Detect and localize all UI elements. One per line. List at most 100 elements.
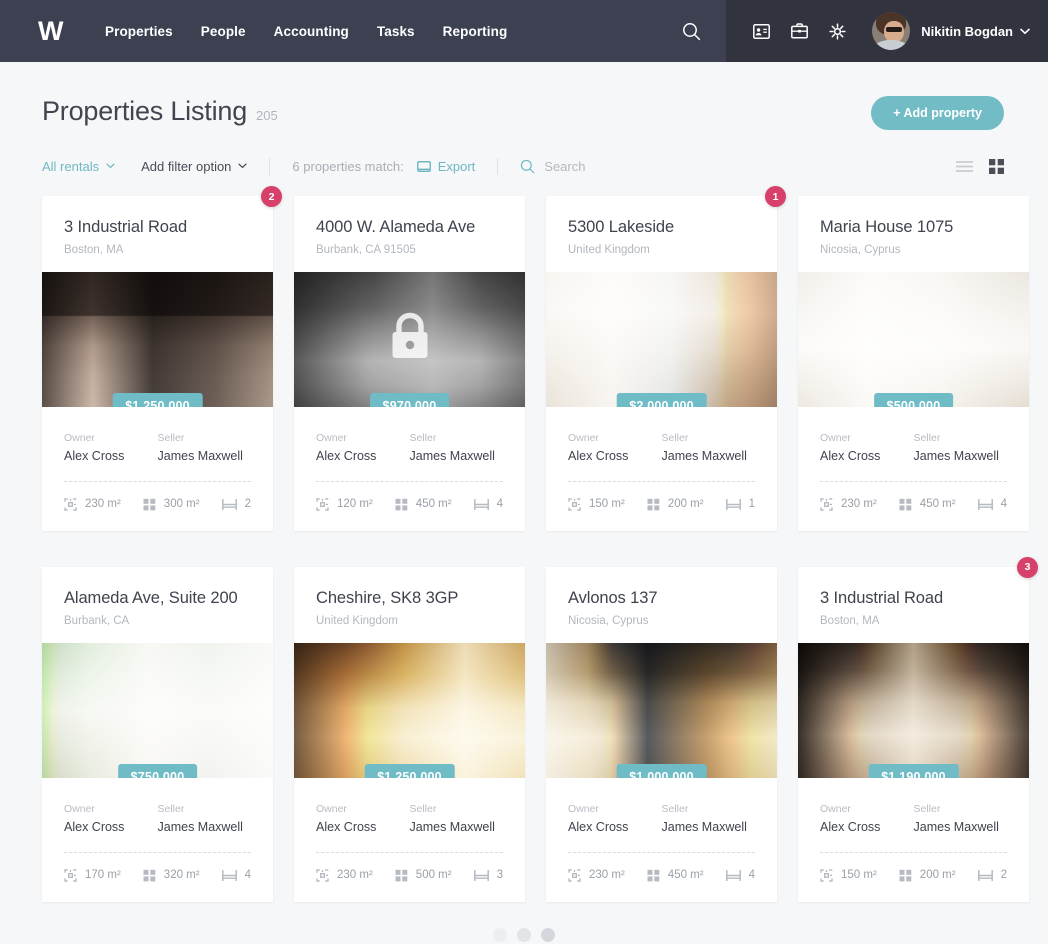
stat-lot-size: 450 m² [647, 869, 704, 882]
property-photo[interactable]: $750 000 [42, 642, 273, 778]
lot-size-icon [899, 498, 912, 511]
pagination-dot-1[interactable] [493, 927, 507, 942]
seller-label: Seller [661, 802, 689, 815]
notification-badge[interactable]: 2 [261, 186, 282, 207]
owner-name: Alex Cross [568, 819, 629, 834]
pagination-dot-2[interactable] [517, 927, 531, 942]
floor-area-icon [568, 868, 581, 882]
owner-block: Owner Alex Cross [316, 432, 410, 463]
toolbar-divider-2 [497, 157, 499, 175]
nav-search-button[interactable] [656, 0, 726, 62]
lot-size-value: 320 m² [163, 869, 200, 882]
property-card[interactable]: 33 Industrial Road Boston, MA $1 190 000 Ow… [798, 556, 1038, 902]
briefcase-button[interactable] [786, 18, 812, 44]
search-input[interactable] [544, 158, 715, 174]
search-field-group[interactable] [520, 158, 715, 174]
bedrooms-icon [221, 869, 237, 881]
property-photo[interactable]: $1 250 000 [42, 271, 273, 407]
owner-block: Owner Alex Cross [820, 803, 914, 834]
property-card[interactable]: 4000 W. Alameda Ave Burbank, CA 91505 $970… [294, 196, 525, 531]
seller-block: Seller James Maxwell [410, 432, 504, 463]
all-rentals-dropdown[interactable]: All rentals [42, 159, 115, 174]
nav-item-tasks[interactable]: Tasks [377, 24, 415, 39]
property-photo[interactable]: $1 000 000 [546, 642, 777, 778]
search-icon [682, 22, 700, 40]
stat-floor-area: 230 m² [820, 498, 877, 511]
card-stats: 230 m² 300 m² 2 [42, 482, 273, 531]
card-stats: 120 m² 450 m² 4 [294, 482, 525, 531]
property-card[interactable]: Alameda Ave, Suite 200 Burbank, CA $750 00… [42, 566, 273, 902]
seller-block: Seller James Maxwell [914, 432, 1008, 463]
nav-item-reporting[interactable]: Reporting [443, 24, 508, 39]
stat-floor-area: 150 m² [568, 498, 625, 511]
owner-block: Owner Alex Cross [64, 803, 158, 834]
locked-overlay [389, 313, 431, 366]
card-stats: 150 m² 200 m² 2 [798, 853, 1029, 902]
stat-floor-area: 120 m² [316, 498, 373, 511]
brand-logo[interactable]: W [38, 17, 63, 45]
seller-block: Seller James Maxwell [662, 803, 756, 834]
price-badge: $1 250 000 [364, 763, 455, 778]
list-view-button[interactable] [956, 160, 973, 172]
toolbar-divider-1 [269, 157, 271, 175]
avatar[interactable] [872, 12, 911, 50]
floor-area-icon [316, 868, 329, 882]
photo-image [294, 642, 525, 778]
price-badge: $750 000 [117, 763, 198, 778]
owner-label: Owner [568, 802, 599, 815]
add-property-button[interactable]: + Add property [871, 96, 1004, 130]
card-stats: 230 m² 450 m² 4 [798, 482, 1029, 531]
property-photo[interactable]: $1 190 000 [798, 642, 1029, 778]
property-card[interactable]: 23 Industrial Road Boston, MA $1 250 000 Ow… [42, 186, 282, 531]
notification-badge[interactable]: 1 [765, 186, 786, 207]
chevron-down-icon [238, 163, 247, 169]
card-people: Owner Alex Cross Seller James Maxwell [42, 778, 273, 834]
property-photo[interactable]: $1 250 000 [294, 642, 525, 778]
user-name-label[interactable]: Nikitin Bogdan [921, 24, 1013, 39]
owner-block: Owner Alex Cross [64, 432, 158, 463]
seller-block: Seller James Maxwell [410, 803, 504, 834]
filter-toolbar: All rentals Add filter option 6 properti… [0, 130, 1048, 182]
stat-bedrooms: 4 [473, 498, 503, 510]
add-filter-option-dropdown[interactable]: Add filter option [141, 159, 247, 174]
property-location: Burbank, CA 91505 [316, 243, 416, 256]
contact-card-button[interactable] [748, 18, 774, 44]
nav-right-section: Nikitin Bogdan [726, 0, 1048, 62]
property-photo[interactable]: $500 000 [798, 271, 1029, 407]
property-card[interactable]: Avlonos 137 Nicosia, Cyprus $1 000 000 Owne… [546, 566, 777, 902]
pagination-dot-3[interactable] [541, 927, 555, 942]
nav-item-people[interactable]: People [201, 24, 246, 39]
stat-floor-area: 150 m² [820, 868, 877, 882]
card-people: Owner Alex Cross Seller James Maxwell [294, 778, 525, 834]
card-header: Maria House 1075 Nicosia, Cyprus [798, 196, 1029, 272]
lot-size-value: 450 m² [919, 498, 956, 511]
seller-block: Seller James Maxwell [914, 803, 1008, 834]
nav-item-properties[interactable]: Properties [105, 24, 173, 39]
card-header: 4000 W. Alameda Ave Burbank, CA 91505 [294, 196, 525, 272]
settings-button[interactable] [824, 18, 850, 44]
property-photo[interactable]: $970 000 [294, 271, 525, 407]
nav-item-accounting[interactable]: Accounting [274, 24, 349, 39]
seller-name: James Maxwell [661, 448, 747, 463]
seller-name: James Maxwell [661, 819, 747, 834]
bedrooms-value: 2 [1000, 869, 1007, 882]
list-view-icon [956, 160, 973, 172]
notification-badge[interactable]: 3 [1017, 556, 1038, 578]
page-header: Properties Listing 205 + Add property [0, 62, 1048, 130]
stat-lot-size: 200 m² [647, 498, 704, 511]
stat-bedrooms: 1 [725, 498, 755, 510]
lot-size-value: 500 m² [415, 869, 452, 882]
property-photo[interactable]: $2 000 000 [546, 271, 777, 407]
property-card[interactable]: 1 5300 Lakeside United Kingdom $2 000 000 Ow… [546, 186, 786, 531]
card-header: Avlonos 137 Nicosia, Cyprus [546, 567, 777, 643]
user-menu-button[interactable] [1020, 28, 1030, 35]
floor-area-icon [64, 868, 77, 882]
export-button[interactable]: Export [416, 159, 475, 174]
floor-area-icon [568, 498, 581, 511]
price-badge: $500 000 [873, 392, 954, 407]
grid-view-button[interactable] [989, 158, 1004, 174]
property-card-grid: 23 Industrial Road Boston, MA $1 250 000 Ow… [0, 182, 1048, 902]
card-header: 3 Industrial Road Boston, MA [798, 567, 1029, 643]
property-card[interactable]: Cheshire, SK8 3GP United Kingdom $1 250 00… [294, 566, 525, 902]
property-card[interactable]: Maria House 1075 Nicosia, Cyprus $500 000 O… [798, 196, 1029, 531]
